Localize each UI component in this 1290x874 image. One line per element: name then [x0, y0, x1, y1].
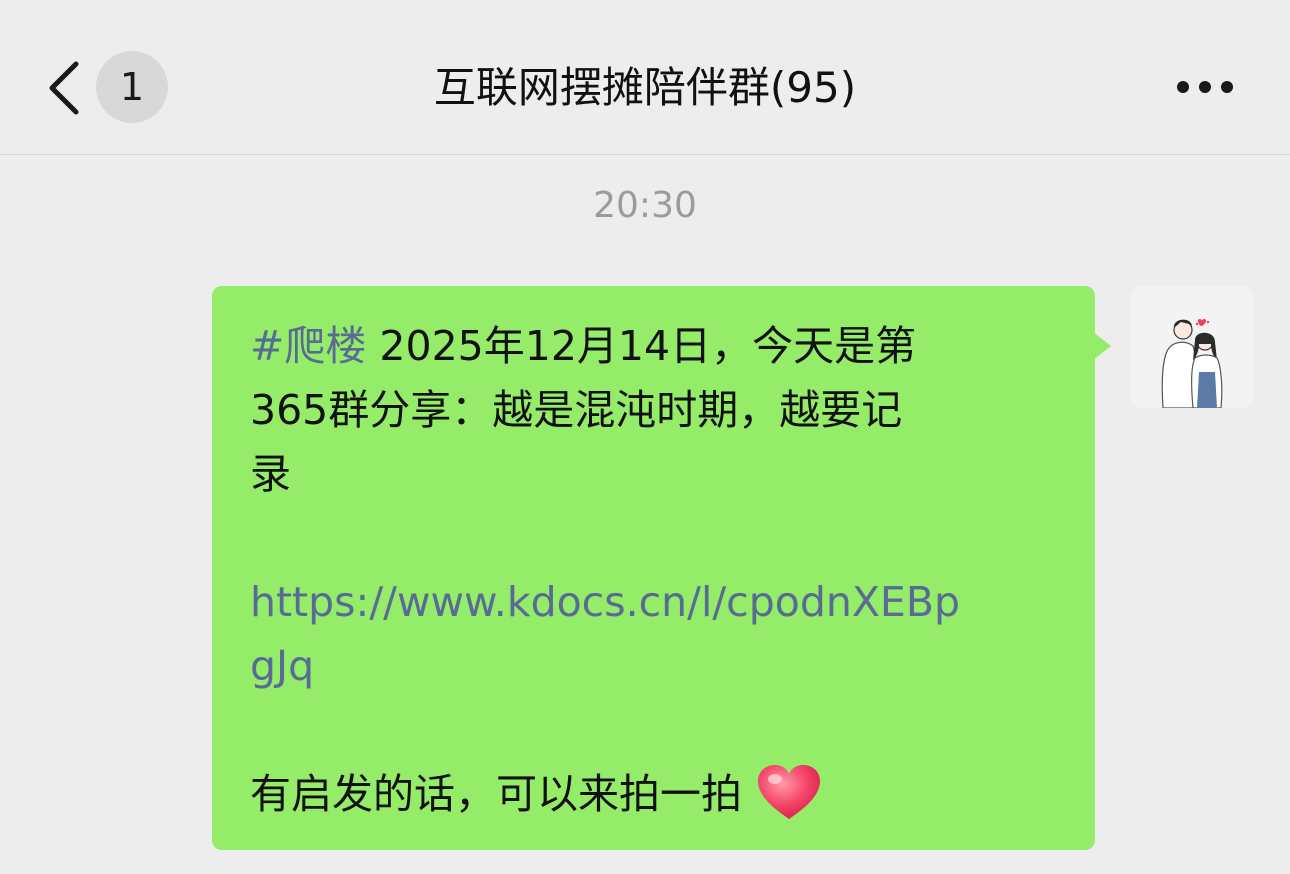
- heart-emoji: [758, 765, 820, 821]
- message-text: 365群分享：越是混沌时期，越要记: [250, 386, 903, 434]
- chat-header: 1 互联网摆摊陪伴群(95): [0, 0, 1290, 155]
- message-text: 2025年12月14日，今天是第: [366, 322, 917, 370]
- url-link[interactable]: https://www.kdocs.cn/l/cpodnXEBp: [250, 570, 1057, 634]
- unread-count-badge[interactable]: 1: [96, 51, 168, 123]
- message-line: #爬楼 2025年12月14日，今天是第: [250, 314, 1057, 378]
- message-text: 有启发的话，可以来拍一拍: [250, 770, 742, 818]
- chat-screen: 1 互联网摆摊陪伴群(95) 20:30 #爬楼 2025年12月14日，今天是…: [0, 0, 1290, 874]
- message-line: 有启发的话，可以来拍一拍: [250, 762, 1057, 826]
- hashtag-link[interactable]: #爬楼: [250, 322, 366, 370]
- bubble-tail: [1093, 332, 1111, 360]
- sender-avatar[interactable]: [1131, 286, 1253, 408]
- more-button[interactable]: [1172, 70, 1238, 104]
- more-horizontal-icon: [1177, 81, 1233, 93]
- chevron-left-icon: [49, 61, 79, 115]
- message-timestamp: 20:30: [593, 185, 697, 226]
- message-bubble[interactable]: #爬楼 2025年12月14日，今天是第 365群分享：越是混沌时期，越要记 录…: [212, 286, 1095, 850]
- url-link[interactable]: gJq: [250, 634, 1057, 698]
- message-text: 录: [250, 450, 291, 498]
- chat-title: 互联网摆摊陪伴群(95): [433, 63, 857, 112]
- back-button[interactable]: [44, 56, 88, 120]
- couple-illustration-avatar: [1131, 286, 1253, 408]
